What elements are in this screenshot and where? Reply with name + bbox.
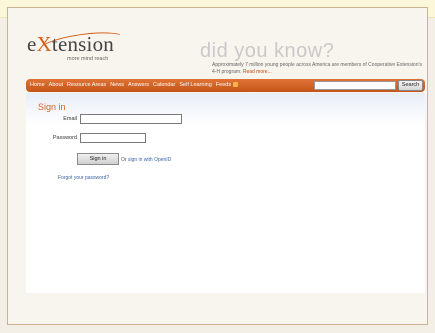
nav-item-feeds[interactable]: Feeds <box>215 82 239 88</box>
search-input[interactable] <box>314 81 396 90</box>
forgot-password-link[interactable]: Forgot your password? <box>58 175 109 181</box>
openid-prefix: Or <box>121 157 128 163</box>
email-field[interactable] <box>80 114 182 124</box>
nav-items: Home About Resource Areas News Answers C… <box>30 82 239 88</box>
read-more-link[interactable]: Read more... <box>243 69 272 75</box>
extension-logo[interactable]: eXtension more mind reach <box>27 27 147 66</box>
nav-item-calendar[interactable]: Calendar <box>153 82 175 88</box>
did-you-know-title: did you know? <box>200 40 335 62</box>
nav-item-feeds-label: Feeds <box>215 82 232 88</box>
main-content: Sign in Email Password Sign in Or sign i… <box>26 93 425 293</box>
rss-feed-icon <box>233 82 239 87</box>
openid-signin: Or sign in with OpenID <box>121 157 171 163</box>
nav-item-resource-areas[interactable]: Resource Areas <box>67 82 106 88</box>
nav-item-self-learning[interactable]: Self Learning <box>179 82 211 88</box>
password-field[interactable] <box>80 133 146 143</box>
password-label: Password <box>52 135 77 141</box>
main-nav-bar: Home About Resource Areas News Answers C… <box>26 79 425 92</box>
openid-link[interactable]: sign in with OpenID <box>128 157 171 163</box>
search-button[interactable]: Search <box>398 80 423 91</box>
site-header: eXtension more mind reach did you know? … <box>7 18 428 76</box>
email-label: Email <box>63 116 77 122</box>
nav-item-home[interactable]: Home <box>30 82 45 88</box>
did-you-know-text: Approximately 7 million young people acr… <box>212 62 422 76</box>
nav-item-about[interactable]: About <box>49 82 63 88</box>
nav-item-news[interactable]: News <box>110 82 124 88</box>
page-title: Sign in <box>38 102 66 112</box>
nav-item-answers[interactable]: Answers <box>128 82 149 88</box>
logo-wordmark: eXtension <box>27 32 114 56</box>
logo-tagline: more mind reach <box>67 56 109 62</box>
sign-in-button[interactable]: Sign in <box>77 153 119 165</box>
